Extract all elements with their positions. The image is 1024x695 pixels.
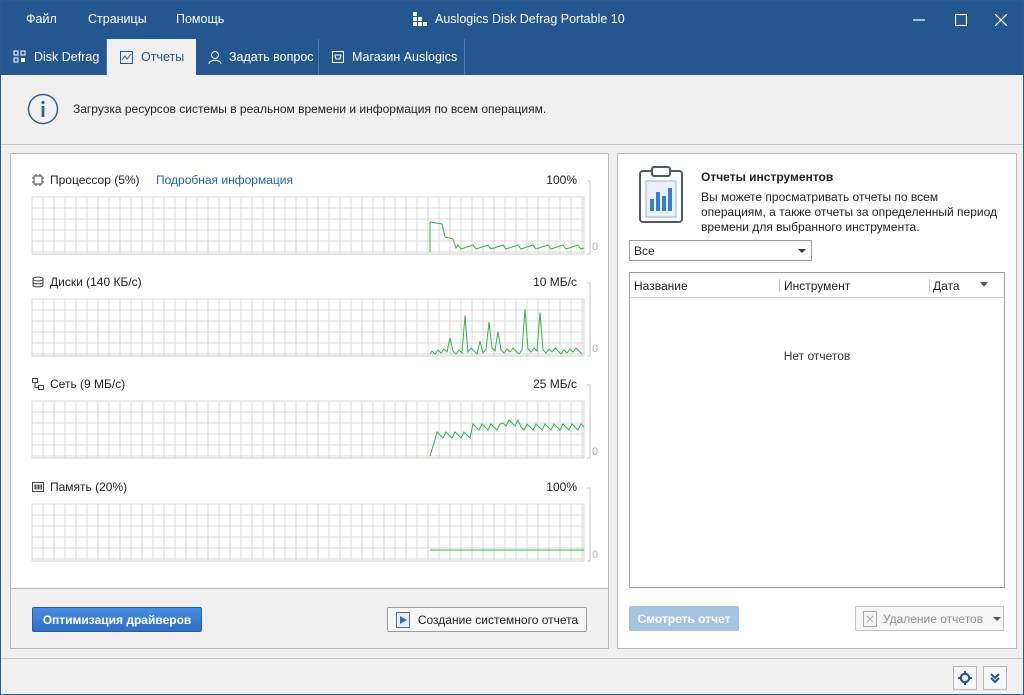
column-divider[interactable]	[929, 279, 930, 292]
view-report-button[interactable]: Смотреть отчет	[629, 606, 739, 631]
report-play-icon	[395, 611, 410, 628]
metric-cpu-min: 0	[592, 241, 599, 253]
memory-chart	[31, 487, 591, 562]
create-system-report-button[interactable]: Создание системного отчета	[387, 607, 587, 632]
column-name[interactable]: Название	[634, 279, 688, 293]
cpu-chart	[31, 180, 591, 255]
network-chart	[31, 384, 591, 459]
empty-state-text: Нет отчетов	[783, 349, 851, 363]
reports-table-header: Название Инструмент Дата	[630, 273, 1004, 298]
delete-reports-dropdown-button[interactable]	[990, 606, 1004, 631]
metric-network-min: 0	[592, 446, 599, 458]
column-divider[interactable]	[779, 279, 780, 292]
optimize-drivers-button[interactable]: Оптимизация драйверов	[32, 607, 202, 632]
create-system-report-label: Создание системного отчета	[417, 612, 579, 627]
delete-reports-label: Удаление отчетов	[882, 611, 984, 626]
metric-memory-min: 0	[592, 549, 599, 561]
reports-table: Название Инструмент Дата Нет отчетов	[629, 272, 1005, 588]
column-date[interactable]: Дата	[933, 279, 960, 293]
tool-filter-select[interactable]: Все	[629, 240, 812, 261]
delete-reports-button[interactable]: Удаление отчетов	[855, 606, 991, 631]
gear-icon	[958, 671, 972, 685]
chevron-down-icon	[798, 249, 806, 253]
metric-disk-min: 0	[592, 343, 599, 355]
delete-report-icon	[862, 610, 877, 627]
double-chevron-down-icon	[990, 673, 1000, 684]
reports-description: Вы можете просматривать отчеты по всем о…	[701, 190, 997, 234]
expand-button[interactable]	[983, 666, 1007, 690]
clipboard-report-icon	[639, 166, 683, 223]
sort-desc-icon[interactable]	[980, 282, 988, 288]
status-bar	[1, 658, 1023, 694]
settings-button[interactable]	[953, 666, 977, 690]
reports-title: Отчеты инструментов	[701, 170, 834, 184]
column-tool[interactable]: Инструмент	[784, 279, 850, 293]
app-window: Файл Страницы Помощь Auslogics Disk Defr…	[0, 0, 1024, 695]
disk-chart	[31, 282, 591, 357]
tool-filter-value: Все	[634, 243, 655, 258]
